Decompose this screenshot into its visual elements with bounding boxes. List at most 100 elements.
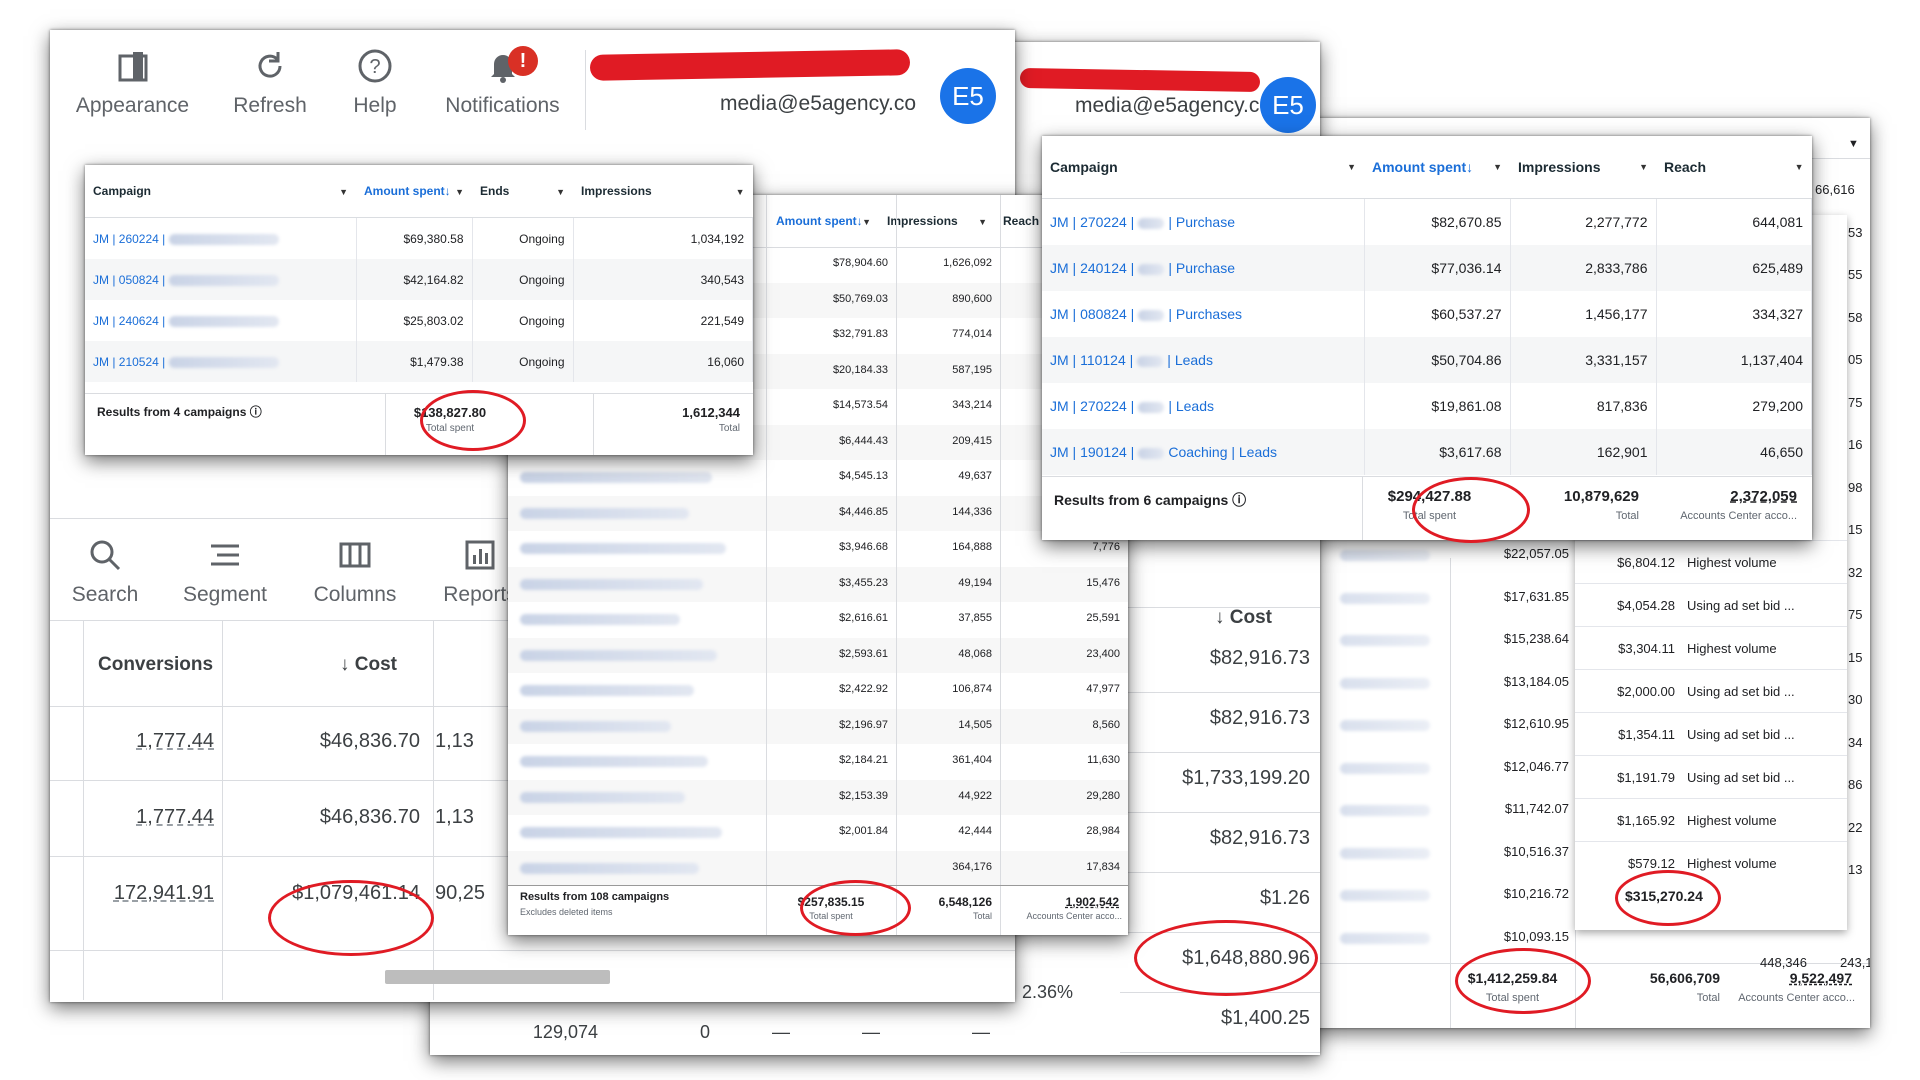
cost-cell: $1,400.25 (1221, 1007, 1310, 1029)
table-row[interactable]: $2,184.21 361,404 11,630 (508, 744, 1128, 779)
reach-cell: 28,984 (1086, 825, 1120, 837)
dropdown-icon: ▼ (978, 217, 987, 227)
redacted-text (1340, 677, 1430, 689)
dropdown-icon: ▼ (455, 187, 464, 197)
redacted-text (169, 315, 280, 327)
campaign-name[interactable]: JM | 110124 | | Leads (1042, 337, 1365, 383)
account-avatar[interactable]: E5 (1260, 77, 1316, 133)
table-row[interactable]: $3,304.11 Highest volume (1575, 626, 1847, 670)
table-row[interactable]: $4,446.85 144,336 (508, 495, 1128, 531)
table-row[interactable]: $1,165.92 Highest volume (1575, 798, 1847, 842)
amount-spent-cell: $50,704.86 (1364, 337, 1511, 383)
campaign-name[interactable]: JM | 050824 | (85, 259, 357, 300)
campaign-name[interactable]: JM | 240124 | | Purchase (1042, 245, 1365, 291)
amount-spent-cell: $17,631.85 (1503, 588, 1569, 604)
notification-badge: ! (508, 46, 538, 76)
sort-arrow-icon: ↓ (1215, 607, 1225, 628)
amount-spent-header[interactable]: Amount spent↓ ▼ (356, 165, 472, 218)
table-row[interactable]: $2,593.61 48,068 23,400 (508, 637, 1128, 673)
next-column-cell: 1,13 (435, 730, 474, 752)
table-row[interactable]: $2,422.92 106,874 47,977 (508, 673, 1128, 708)
table-row[interactable]: $4,054.28 Using ad set bid ... (1575, 583, 1847, 627)
conversions-cell[interactable]: 172,941.91 (84, 882, 214, 905)
bottom-cell: 129,074 (532, 1022, 598, 1042)
table-row[interactable]: JM | 050824 | $42,164.82 Ongoing 340,543 (85, 259, 753, 300)
table-row[interactable]: $2,196.97 14,505 8,560 (508, 708, 1128, 744)
impressions-header[interactable]: Impressions ▼ (1510, 136, 1656, 199)
amount-spent-cell: $2,153.39 (839, 789, 888, 802)
amount-spent-header[interactable]: Amount spent↓ ▼ (768, 195, 879, 248)
grand-total-spent: $1,412,259.84 (1467, 970, 1558, 986)
campaign-name[interactable]: JM | 190124 | Coaching | Leads (1042, 429, 1365, 475)
table-row[interactable]: JM | 240124 | | Purchase $77,036.14 2,833,7… (1042, 245, 1812, 291)
amount-spent-cell: $2,616.61 (839, 612, 888, 624)
conversions-cell[interactable]: 1,777.44 (84, 730, 214, 753)
table-row[interactable]: $1,354.11 Using ad set bid ... (1575, 712, 1847, 756)
campaign-name[interactable]: JM | 080824 | | Purchases (1042, 291, 1365, 337)
horizontal-scrollbar[interactable] (385, 970, 610, 984)
total-reach: 1,902,542 (1065, 895, 1119, 909)
redacted-campaign-name (520, 649, 717, 661)
columns-icon (339, 542, 371, 568)
table-row[interactable]: $579.12 Highest volume (1575, 841, 1847, 885)
table-row[interactable]: JM | 240624 | $25,803.02 Ongoing 221,549 (85, 300, 753, 341)
table-row[interactable]: $2,153.39 44,922 29,280 (508, 779, 1128, 815)
notifications-button[interactable]: Notifications ! (435, 46, 570, 118)
table-row[interactable]: $2,001.84 42,444 28,984 (508, 815, 1128, 850)
table-row[interactable]: JM | 190124 | Coaching | Leads $3,617.68 16… (1042, 429, 1812, 475)
table-row[interactable]: JM | 270224 | | Leads $19,861.08 817,836 279… (1042, 383, 1812, 429)
table-row[interactable]: $4,545.13 49,637 (508, 460, 1128, 495)
bottom-cell: — (972, 1022, 990, 1042)
impressions-cell: 361,404 (952, 754, 992, 766)
columns-tool[interactable]: Columns (295, 535, 415, 607)
search-tool[interactable]: Search (50, 535, 160, 607)
table-row[interactable]: 364,176 17,834 (508, 850, 1128, 886)
table-row[interactable]: $6,804.12 Highest volume (1575, 540, 1847, 584)
table-row[interactable]: $3,946.68 164,888 7,776 (508, 531, 1128, 566)
table-row[interactable]: JM | 080824 | | Purchases $60,537.27 1,456,… (1042, 291, 1812, 337)
cost-header-label: Cost (1229, 607, 1273, 628)
help-button[interactable]: ? Help (335, 46, 415, 118)
table-row[interactable]: $3,455.23 49,194 15,476 (508, 566, 1128, 602)
table-row[interactable]: JM | 260224 | $69,380.58 Ongoing 1,034,192 (85, 217, 753, 259)
cost-cell: $82,916.73 (1209, 707, 1310, 729)
info-icon: ⓘ (249, 405, 262, 419)
redacted-bar (1019, 67, 1261, 93)
campaign-header[interactable]: Campaign ▼ (1042, 136, 1364, 199)
impressions-cell: 49,194 (958, 576, 992, 589)
cost-header[interactable]: ↓ Cost (1215, 607, 1272, 629)
reach-header[interactable]: Reach ▼ (1656, 136, 1812, 199)
total-impressions: 10,879,629 (1563, 488, 1639, 505)
table-row[interactable]: $2,616.61 37,855 25,591 (508, 602, 1128, 637)
segment-tool[interactable]: Segment (170, 535, 280, 607)
amount-spent-header[interactable]: Amount spent↓ ▼ (1364, 136, 1510, 199)
ends-header[interactable]: Ends ▼ (472, 165, 573, 218)
conversions-cell[interactable]: 1,777.44 (84, 806, 214, 829)
campaign-name[interactable]: JM | 210524 | (85, 341, 357, 382)
column-header-dropdown[interactable]: ▼ (1848, 138, 1859, 150)
campaign-name[interactable]: JM | 270224 | | Purchase (1042, 198, 1365, 245)
table-row[interactable]: $2,000.00 Using ad set bid ... (1575, 669, 1847, 713)
appearance-button[interactable]: Appearance (70, 46, 195, 118)
table-row[interactable]: $1,191.79 Using ad set bid ... (1575, 755, 1847, 799)
refresh-button[interactable]: Refresh (225, 46, 315, 118)
account-avatar[interactable]: E5 (940, 68, 996, 124)
cost-header[interactable]: ↓ Cost (340, 654, 397, 676)
total-spent: $294,427.88 (1387, 488, 1472, 505)
campaign-header[interactable]: Campaign ▼ (85, 165, 356, 218)
campaign-name[interactable]: JM | 260224 | (85, 217, 357, 259)
impressions-header[interactable]: Impressions ▼ (573, 165, 753, 218)
conversions-header[interactable]: Conversions (98, 654, 220, 676)
refresh-label: Refresh (233, 94, 307, 117)
amount-spent-cell: $19,861.08 (1364, 383, 1511, 429)
bottom-cell: — (862, 1022, 880, 1042)
campaign-name[interactable]: JM | 240624 | (85, 300, 357, 341)
cost-cell: $46,836.70 (319, 806, 420, 828)
reach-cell: 7,776 (1092, 541, 1120, 553)
cost-cell: $1.26 (1259, 887, 1310, 909)
campaign-name[interactable]: JM | 270224 | | Leads (1042, 383, 1365, 429)
campaigns-table: Campaign ▼ Amount spent↓ ▼ Impressions ▼ Re… (1042, 136, 1812, 475)
table-row[interactable]: JM | 210524 | $1,479.38 Ongoing 16,060 (85, 341, 753, 382)
table-row[interactable]: JM | 270224 | | Purchase $82,670.85 2,277,7… (1042, 198, 1812, 245)
table-row[interactable]: JM | 110124 | | Leads $50,704.86 3,331,157 1… (1042, 337, 1812, 383)
